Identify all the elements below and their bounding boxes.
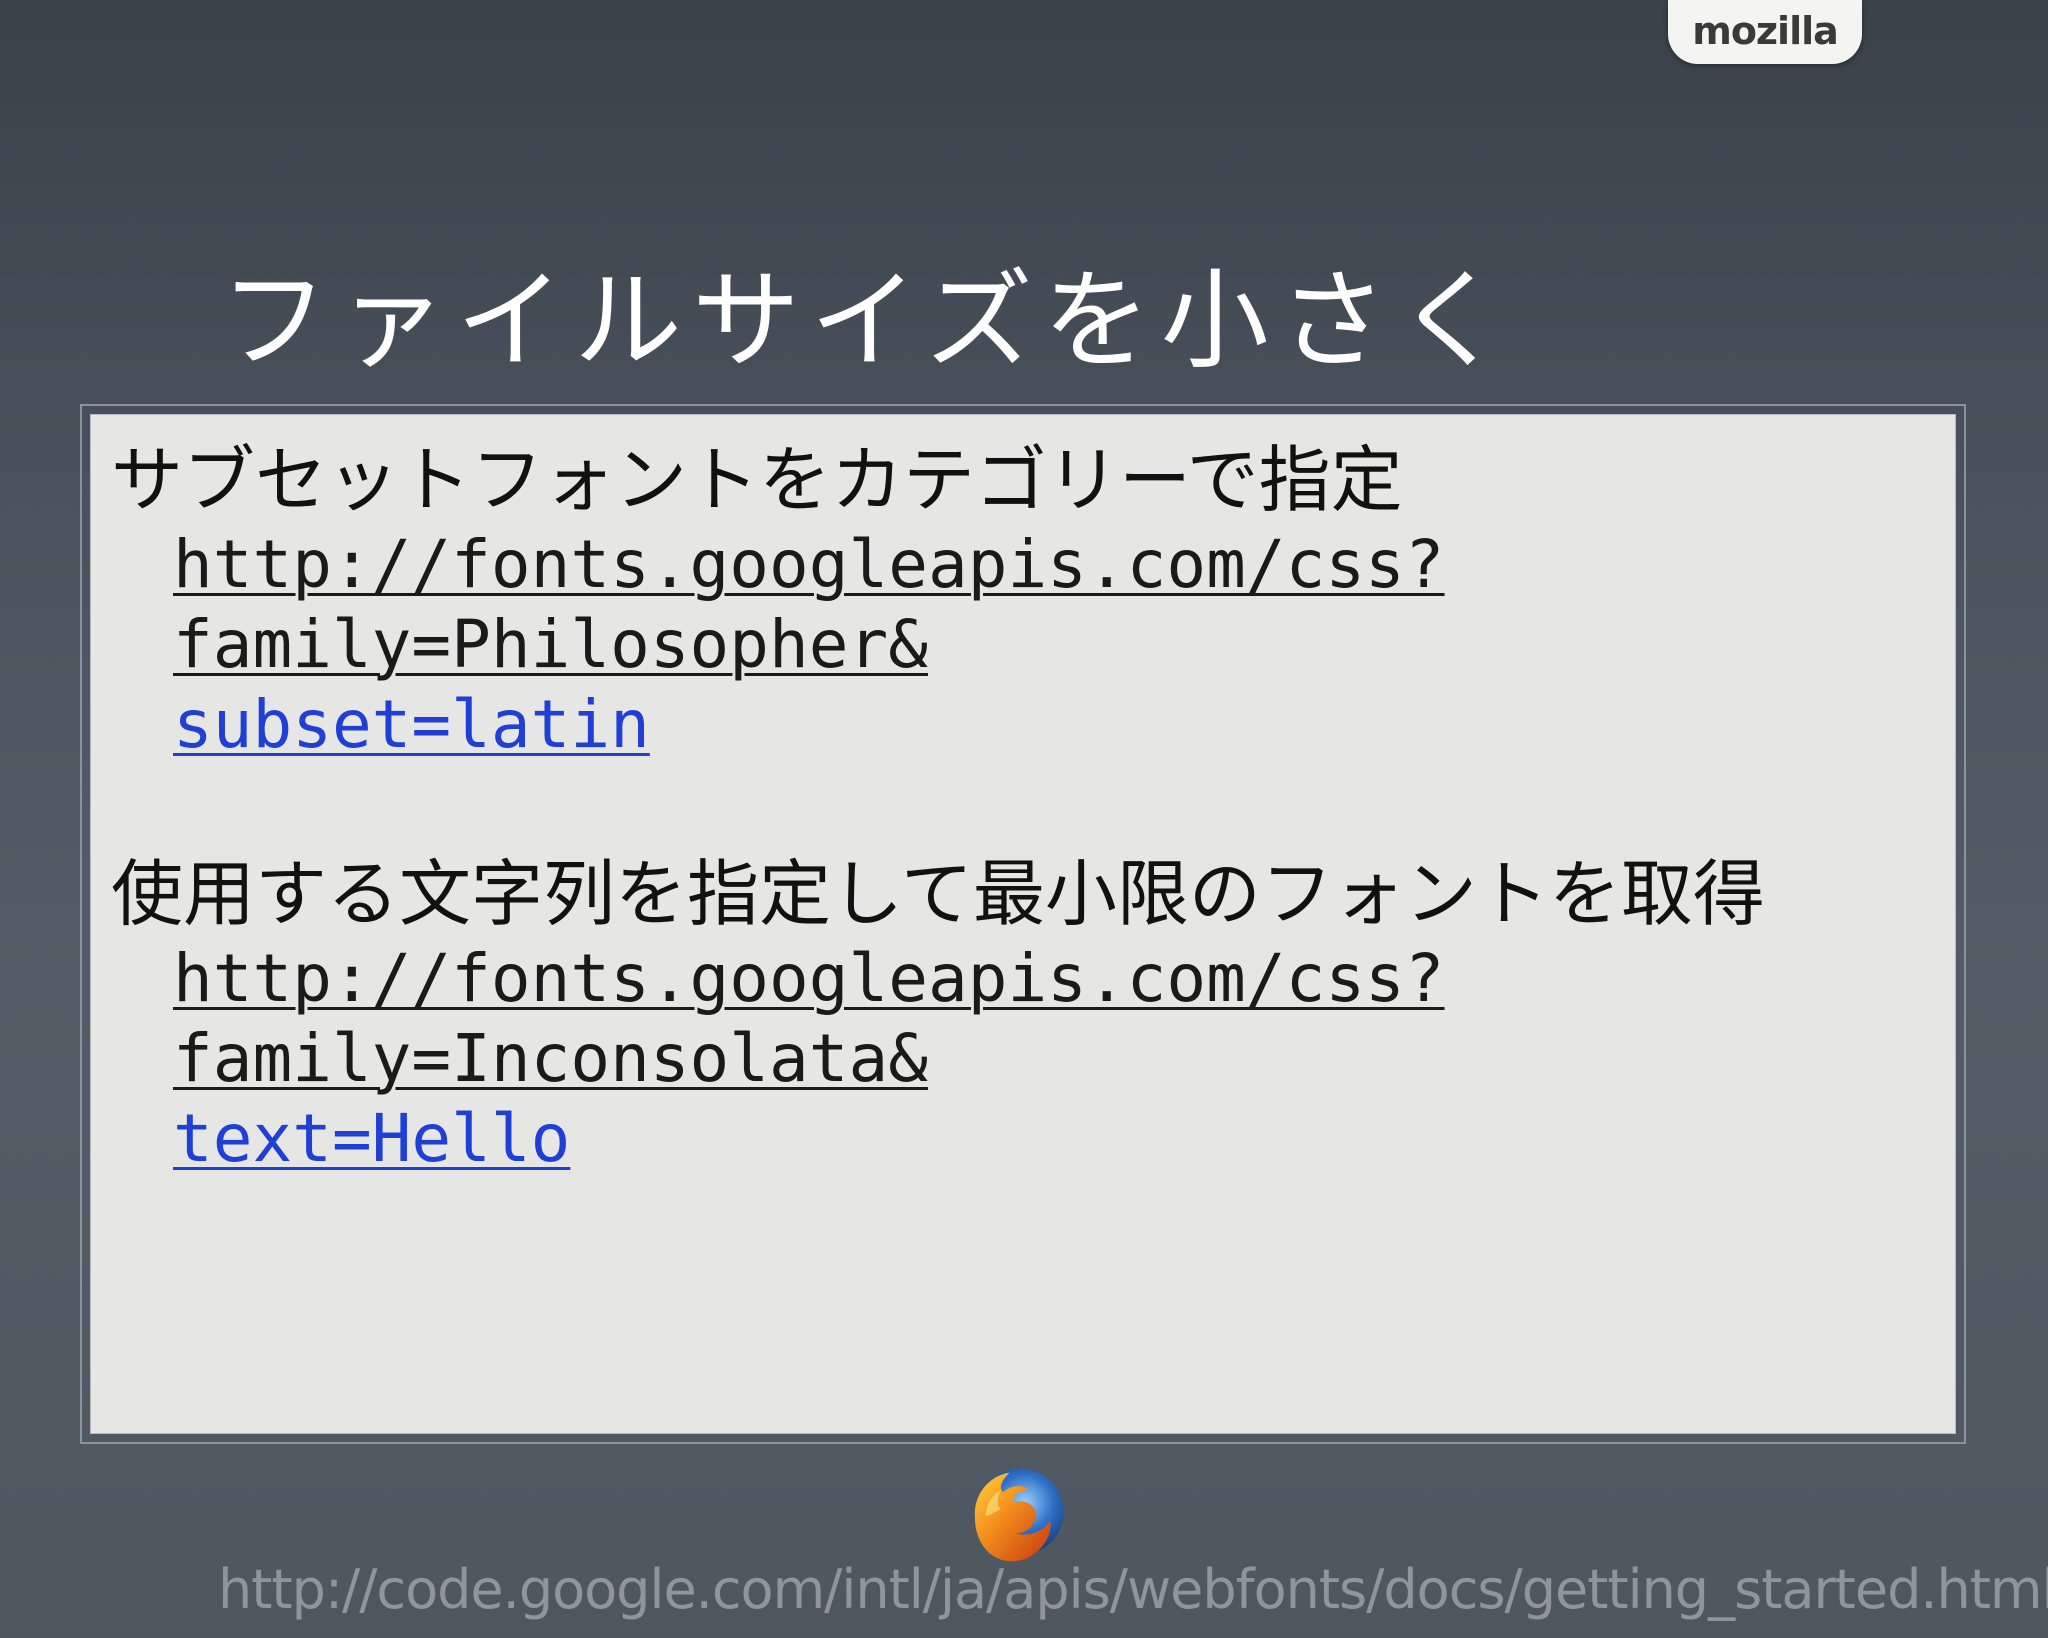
content-body: サブセットフォントをカテゴリーで指定 http://fonts.googleap…	[90, 414, 1956, 1434]
url-link[interactable]: text=Hello	[173, 1099, 1955, 1179]
url-line[interactable]: http://fonts.googleapis.com/css?	[173, 939, 1955, 1019]
url-link[interactable]: subset=latin	[173, 685, 1955, 765]
url-example: http://fonts.googleapis.com/css? family=…	[173, 939, 1955, 1179]
mozilla-wordmark: mozilla	[1692, 9, 1839, 53]
section-subset-category: サブセットフォントをカテゴリーで指定 http://fonts.googleap…	[111, 435, 1955, 765]
mozilla-tab: mozilla	[1668, 0, 1862, 64]
url-line[interactable]: http://fonts.googleapis.com/css?	[173, 525, 1955, 605]
section-text-subset: 使用する文字列を指定して最小限のフォントを取得 http://fonts.goo…	[111, 849, 1955, 1179]
url-line[interactable]: family=Philosopher&	[173, 605, 1955, 685]
url-example: http://fonts.googleapis.com/css? family=…	[173, 525, 1955, 765]
section-heading: サブセットフォントをカテゴリーで指定	[111, 438, 1403, 522]
url-line[interactable]: family=Inconsolata&	[173, 1019, 1955, 1099]
slide-title: ファイルサイズを小さく	[220, 259, 1515, 384]
section-heading: 使用する文字列を指定して最小限のフォントを取得	[111, 852, 1765, 936]
content-panel: サブセットフォントをカテゴリーで指定 http://fonts.googleap…	[80, 404, 1966, 1444]
source-url: http://code.google.com/intl/ja/apis/webf…	[218, 1558, 2048, 1621]
